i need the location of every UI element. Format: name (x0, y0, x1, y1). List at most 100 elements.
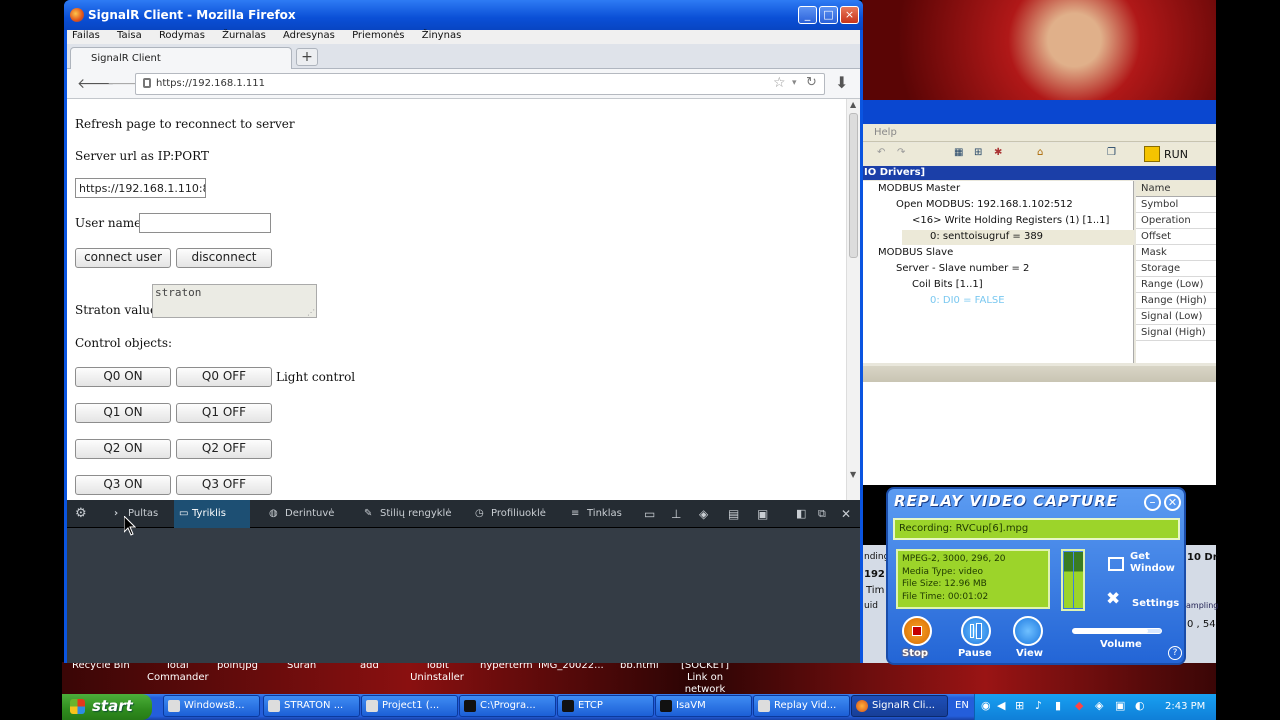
desktop-icon-tobit[interactable]: Tobit Uninstaller (407, 660, 467, 684)
disconnect-button[interactable]: disconnect (176, 248, 272, 268)
maximize-button[interactable]: □ (819, 6, 838, 24)
view-button[interactable]: View (1016, 648, 1043, 659)
3d-view-icon[interactable]: ◈ (699, 500, 708, 528)
replay-minimize-button[interactable]: – (1144, 494, 1161, 511)
settings-button[interactable]: Settings (1132, 598, 1179, 609)
menu-edit[interactable]: Taisa (117, 30, 142, 41)
q3-on-button[interactable]: Q3 ON (75, 475, 171, 495)
new-tab-button[interactable]: + (296, 48, 318, 66)
tray-speaker-icon[interactable]: ◐ (1135, 699, 1145, 712)
taskbar-item-project1[interactable]: Project1 (... (361, 695, 458, 717)
tray-network-icon[interactable]: ⊞ (1015, 699, 1024, 712)
desktop-icon-total-commander[interactable]: Total Commander (147, 660, 209, 684)
taskbar-item-isavm[interactable]: IsaVM (655, 695, 752, 717)
close-button[interactable]: × (840, 6, 859, 24)
tray-shield-icon[interactable]: ◈ (1095, 699, 1103, 712)
tree-item-coil-value[interactable]: 0: DI0 = FALSE (930, 295, 1005, 306)
devtools-settings-icon[interactable]: ⚙ (75, 500, 87, 528)
tray-help-icon[interactable]: ◉ (981, 699, 991, 712)
menu-view[interactable]: Rodymas (159, 30, 205, 41)
menu-history[interactable]: Žurnalas (222, 30, 266, 41)
screenshot-icon[interactable]: ▣ (757, 500, 768, 528)
menu-file[interactable]: Failas (72, 30, 100, 41)
q2-on-button[interactable]: Q2 ON (75, 439, 171, 459)
straton-value-textarea[interactable]: straton ⋰ (152, 284, 317, 318)
taskbar-item-etcp[interactable]: ETCP (557, 695, 654, 717)
taskbar-item-windows8[interactable]: Windows8... (163, 695, 260, 717)
grid-row-range-high[interactable]: Range (High) (1136, 293, 1216, 309)
tree-item-open-modbus[interactable]: Open MODBUS: 192.168.1.102:512 (896, 199, 1073, 210)
q2-off-button[interactable]: Q2 OFF (176, 439, 272, 459)
download-icon[interactable]: ⬇ (835, 73, 848, 92)
devtools-tab-style-editor[interactable]: ✎ Stilių rengyklė (362, 500, 452, 528)
tray-arrow-icon[interactable]: ◀ (997, 699, 1005, 712)
dropdown-arrow-icon[interactable]: ▾ (792, 78, 797, 88)
stop-icon[interactable] (902, 616, 932, 646)
start-button[interactable]: start (62, 694, 152, 720)
grid-icon[interactable]: ▦ (954, 147, 963, 158)
tree-item-coil-bits[interactable]: Coil Bits [1..1] (912, 279, 983, 290)
clock[interactable]: 2:43 PM (1165, 701, 1205, 712)
page-scrollbar[interactable]: ▲ ▼ (846, 99, 860, 500)
tree-item-modbus-master[interactable]: MODBUS Master (878, 183, 960, 194)
copy-icon[interactable]: ❐ (1107, 147, 1116, 158)
reload-icon[interactable]: ↻ (806, 75, 817, 90)
responsive-icon[interactable]: ▭ (644, 500, 655, 528)
scratchpad-icon[interactable]: ▤ (728, 500, 739, 528)
settings-icon[interactable]: ✱ (994, 147, 1002, 158)
replay-close-button[interactable]: ✕ (1164, 494, 1181, 511)
grid-row-operation[interactable]: Operation (1136, 213, 1216, 229)
devtools-tab-inspector[interactable]: ▭ Tyriklis (174, 500, 250, 528)
tree-item-server-slave[interactable]: Server - Slave number = 2 (896, 263, 1029, 274)
tray-signal-icon[interactable]: ▮ (1055, 699, 1061, 712)
grid-row-mask[interactable]: Mask (1136, 245, 1216, 261)
devtools-close-icon[interactable]: ✕ (841, 500, 851, 528)
pause-icon[interactable] (961, 616, 991, 646)
taskbar-item-signalr[interactable]: SignalR Cli... (851, 695, 948, 717)
view-icon[interactable] (1013, 616, 1043, 646)
tray-security-icon[interactable]: ◆ (1075, 699, 1083, 712)
username-input[interactable] (139, 213, 271, 233)
devtools-tab-debugger[interactable]: ◍ Derintuvė (267, 500, 334, 528)
taskbar-item-straton[interactable]: STRATON ... (263, 695, 360, 717)
pause-button[interactable]: Pause (958, 648, 992, 659)
undo-icon[interactable]: ↶ (877, 147, 885, 158)
tab-signalr-client[interactable]: SignalR Client (70, 47, 292, 70)
q0-on-button[interactable]: Q0 ON (75, 367, 171, 387)
volume-slider[interactable] (1072, 628, 1162, 634)
dock-side-icon[interactable]: ◧ (796, 500, 806, 528)
separate-window-icon[interactable]: ⧉ (818, 500, 826, 528)
home-icon[interactable]: ⌂ (1037, 147, 1043, 158)
grid-row-symbol[interactable]: Symbol (1136, 197, 1216, 213)
q1-on-button[interactable]: Q1 ON (75, 403, 171, 423)
grid-row-storage[interactable]: Storage (1136, 261, 1216, 277)
paintbrush-icon[interactable]: ⊥ (671, 500, 681, 528)
stop-button[interactable]: Stop (902, 648, 928, 659)
devtools-tab-profiler[interactable]: ◷ Profiliuoklė (473, 500, 546, 528)
url-bar[interactable]: https://192.168.1.111 ☆ ▾ ↻ (135, 73, 825, 95)
run-label[interactable]: RUN (1164, 148, 1188, 161)
get-window-icon[interactable] (1108, 557, 1124, 571)
menu-bookmarks[interactable]: Adresynas (283, 30, 335, 41)
tree-item-modbus-slave[interactable]: MODBUS Slave (878, 247, 953, 258)
run-icon[interactable] (1144, 146, 1160, 162)
q0-off-button[interactable]: Q0 OFF (176, 367, 272, 387)
replay-help-icon[interactable]: ? (1168, 646, 1182, 660)
settings-tools-icon[interactable]: ✖ (1106, 589, 1120, 609)
q3-off-button[interactable]: Q3 OFF (176, 475, 272, 495)
tray-monitor-icon[interactable]: ▣ (1115, 699, 1125, 712)
grid-row-offset[interactable]: Offset (1136, 229, 1216, 245)
grid-row-range-low[interactable]: Range (Low) (1136, 277, 1216, 293)
tree-item-write-holding[interactable]: <16> Write Holding Registers (1) [1..1] (912, 215, 1109, 226)
scroll-down-icon[interactable]: ▼ (850, 470, 856, 479)
taskbar-item-replay[interactable]: Replay Vid... (753, 695, 850, 717)
bookmark-star-icon[interactable]: ☆ (773, 75, 786, 91)
language-indicator[interactable]: EN (955, 700, 969, 711)
tray-volume-icon[interactable]: ♪ (1035, 699, 1042, 712)
connect-user-button[interactable]: connect user (75, 248, 171, 268)
grid-row-signal-high[interactable]: Signal (High) (1136, 325, 1216, 341)
scroll-thumb[interactable] (849, 113, 858, 258)
q1-off-button[interactable]: Q1 OFF (176, 403, 272, 423)
desktop-icon-socket[interactable]: [SOCKET] Link on network (670, 660, 740, 696)
menu-help[interactable]: Žinynas (422, 30, 462, 41)
